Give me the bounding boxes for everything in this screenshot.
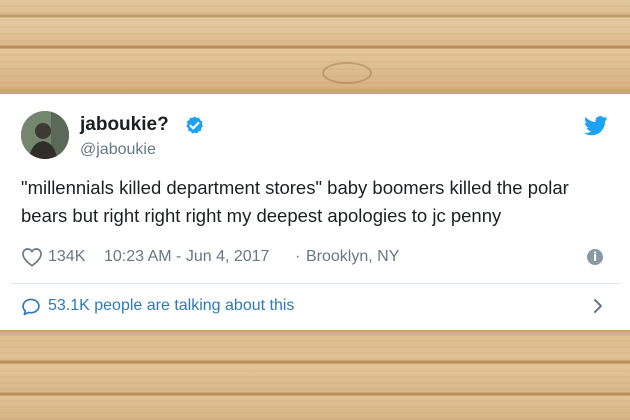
wood-background-bottom bbox=[0, 330, 630, 420]
divider bbox=[10, 283, 620, 284]
chat-bubble-icon bbox=[22, 298, 40, 316]
meta-separator: · bbox=[295, 248, 301, 265]
heart-icon[interactable] bbox=[21, 247, 43, 267]
location[interactable]: Brooklyn, NY bbox=[306, 246, 399, 268]
user-handle[interactable]: @jaboukie bbox=[80, 140, 156, 160]
avatar[interactable] bbox=[21, 111, 69, 159]
info-icon[interactable]: i bbox=[587, 249, 603, 265]
conversation-link[interactable]: 53.1K people are talking about this bbox=[21, 295, 611, 319]
tweet-meta-row: 134K 10:23 AM - Jun 4, 2017 · Brooklyn, … bbox=[21, 246, 611, 270]
wood-knot bbox=[322, 62, 372, 84]
like-count[interactable]: 134K bbox=[48, 246, 85, 268]
display-name[interactable]: jaboukie? bbox=[80, 114, 169, 136]
timestamp[interactable]: 10:23 AM - Jun 4, 2017 bbox=[104, 246, 269, 268]
verified-badge-icon bbox=[186, 116, 203, 134]
tweet-text: "millennials killed department stores" b… bbox=[21, 177, 569, 226]
conversation-text[interactable]: 53.1K people are talking about this bbox=[48, 295, 294, 317]
twitter-bird-icon[interactable] bbox=[584, 116, 608, 136]
chevron-right-icon[interactable] bbox=[592, 297, 604, 315]
